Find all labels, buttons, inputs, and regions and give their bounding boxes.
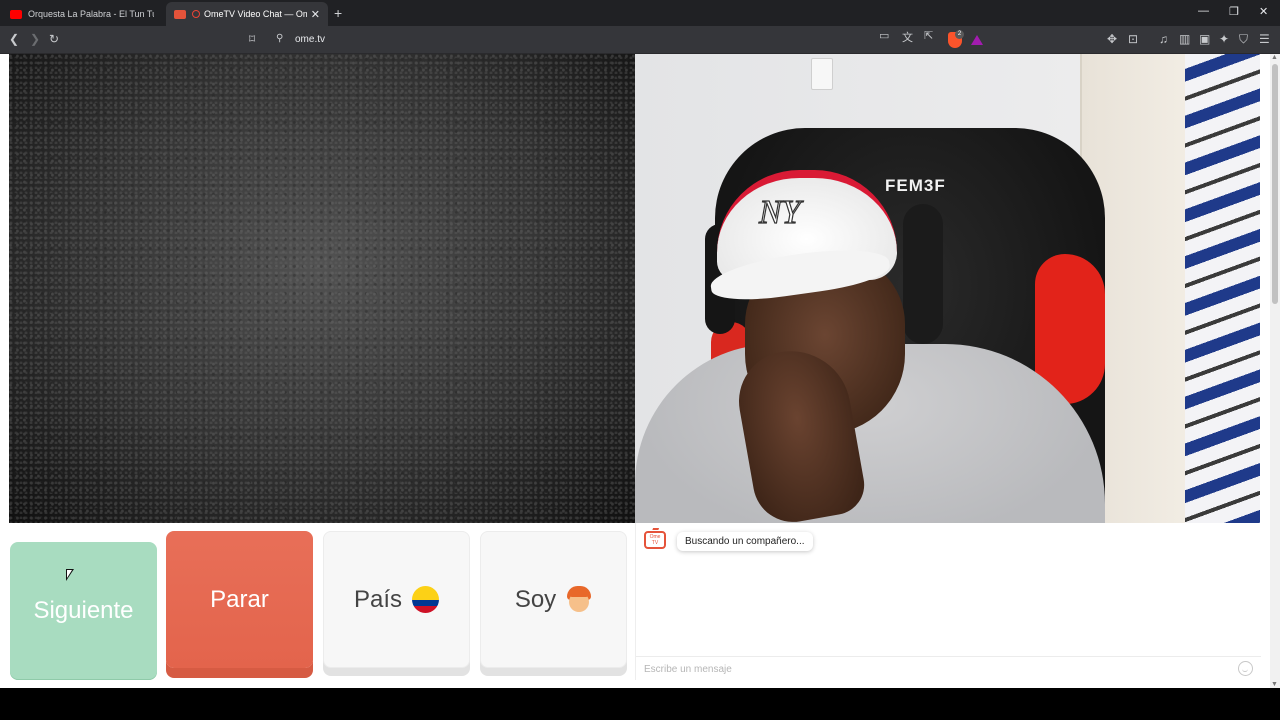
chat-panel: Ome TV Buscando un compañero... bbox=[635, 523, 1261, 680]
close-window-button[interactable]: ✕ bbox=[1259, 5, 1268, 18]
cast-icon[interactable]: ▭ bbox=[879, 29, 889, 42]
screenshot-icon[interactable]: ⊡ bbox=[1128, 32, 1138, 46]
stranger-video bbox=[9, 54, 635, 523]
browser-toolbar: ❮ ❯ ↻ ⌑ ⚲ ome.tv ▭ 文 ⇱ ✥ ⊡ ♫ ▥ ▣ ✦ ⛉ ☰ bbox=[0, 26, 1280, 54]
translate-icon[interactable]: 文 bbox=[902, 29, 913, 45]
youtube-favicon-icon bbox=[10, 9, 22, 19]
tab-youtube[interactable]: Orquesta La Palabra - El Tun Tun De bbox=[2, 2, 162, 26]
stop-button-label: Parar bbox=[210, 585, 269, 613]
mouse-cursor-fill bbox=[67, 570, 72, 578]
next-button[interactable]: Siguiente bbox=[10, 542, 157, 680]
close-tab-icon[interactable]: ✕ bbox=[311, 8, 320, 21]
scroll-thumb[interactable] bbox=[1272, 64, 1278, 304]
curtain bbox=[1185, 54, 1260, 523]
country-button-label: País bbox=[353, 585, 403, 613]
country-button[interactable]: País bbox=[323, 531, 470, 668]
tab-title: Orquesta La Palabra - El Tun Tun De bbox=[28, 9, 154, 19]
message-input[interactable] bbox=[644, 661, 1224, 677]
next-button-label: Siguiente bbox=[33, 597, 134, 624]
bookmark-icon[interactable]: ⌑ bbox=[249, 32, 255, 46]
leo-ai-icon[interactable]: ✦ bbox=[1219, 32, 1229, 46]
url-text[interactable]: ome.tv bbox=[295, 34, 325, 45]
browser-tab-bar: Orquesta La Palabra - El Tun Tun De OmeT… bbox=[0, 0, 1280, 26]
light-switch bbox=[811, 58, 833, 90]
boy-emoji-icon bbox=[566, 585, 592, 614]
ometv-page: FEM3F NY Siguiente Parar País Soy Ome TV… bbox=[0, 54, 1270, 688]
wallet-icon[interactable]: ▣ bbox=[1199, 32, 1210, 46]
menu-icon[interactable]: ☰ bbox=[1259, 32, 1270, 46]
shield-count-badge: 2 bbox=[955, 30, 964, 39]
reload-icon[interactable]: ↻ bbox=[49, 32, 59, 46]
vpn-shield-icon[interactable]: ⛉ bbox=[1239, 32, 1248, 46]
recording-indicator-icon bbox=[192, 10, 200, 18]
headphone-right bbox=[903, 204, 943, 344]
back-icon[interactable]: ❮ bbox=[9, 32, 19, 46]
ometv-favicon-icon bbox=[174, 9, 186, 19]
gender-button-label: Soy bbox=[514, 585, 557, 613]
message-input-row bbox=[636, 656, 1261, 680]
brave-rewards-icon[interactable] bbox=[971, 35, 983, 45]
ometv-logo-icon: Ome TV bbox=[644, 531, 666, 549]
scroll-down-arrow-icon[interactable]: ▼ bbox=[1271, 681, 1278, 688]
new-tab-button[interactable]: + bbox=[334, 5, 342, 21]
colombia-flag-icon bbox=[412, 586, 440, 613]
media-icon[interactable]: ♫ bbox=[1159, 32, 1168, 46]
static-noise bbox=[9, 54, 635, 523]
tab-ometv[interactable]: OmeTV Video Chat — Omegl ✕ bbox=[166, 2, 328, 26]
chair-brand: FEM3F bbox=[885, 176, 946, 195]
cap-logo: NY bbox=[758, 193, 801, 231]
minimize-window-button[interactable]: — bbox=[1198, 5, 1209, 17]
restore-window-button[interactable]: ❐ bbox=[1229, 5, 1239, 18]
status-message: Buscando un compañero... bbox=[677, 532, 813, 551]
sidebar-icon[interactable]: ▥ bbox=[1179, 32, 1190, 46]
emoji-picker-icon[interactable] bbox=[1238, 661, 1253, 676]
page-scrollbar[interactable]: ▲ ▼ bbox=[1270, 54, 1280, 688]
scroll-up-arrow-icon[interactable]: ▲ bbox=[1271, 54, 1278, 61]
site-info-icon[interactable]: ⚲ bbox=[276, 33, 283, 44]
share-icon[interactable]: ⇱ bbox=[924, 29, 933, 42]
extensions-icon[interactable]: ✥ bbox=[1107, 32, 1117, 46]
gender-button[interactable]: Soy bbox=[480, 531, 627, 668]
self-camera-video: FEM3F NY bbox=[635, 54, 1260, 523]
forward-icon[interactable]: ❯ bbox=[30, 32, 40, 46]
stop-button[interactable]: Parar bbox=[166, 531, 313, 668]
tab-title: OmeTV Video Chat — Omegl bbox=[204, 9, 307, 19]
